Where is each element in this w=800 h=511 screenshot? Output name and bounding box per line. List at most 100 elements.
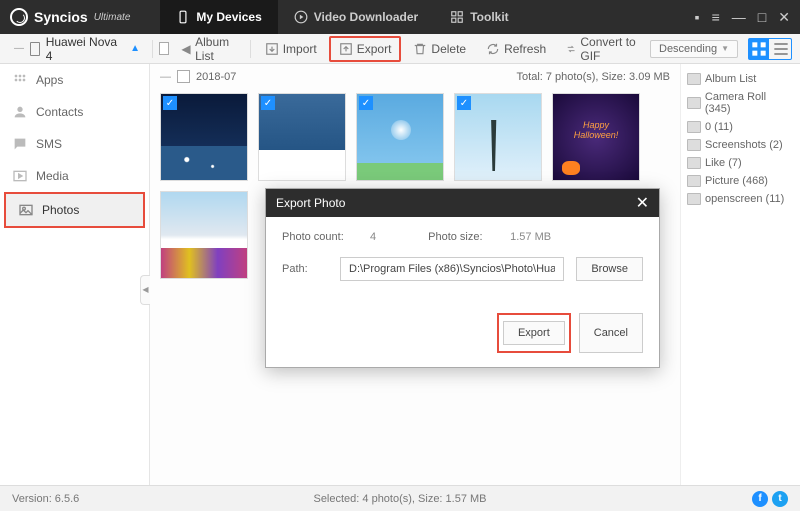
photo-thumbnail[interactable]: ✓ — [258, 93, 346, 181]
minimize-button[interactable]: — — [732, 9, 746, 26]
menu-icon[interactable]: ≡ — [712, 9, 720, 26]
browse-button[interactable]: Browse — [576, 257, 643, 281]
photo-size-value: 1.57 MB — [510, 231, 551, 243]
album-item[interactable]: 0 (11) — [685, 118, 796, 136]
album-label: Camera Roll (345) — [705, 91, 794, 115]
album-item[interactable]: Screenshots (2) — [685, 136, 796, 154]
dialog-title: Export Photo — [276, 196, 345, 210]
cancel-button[interactable]: Cancel — [579, 313, 643, 353]
group-date: 2018-07 — [196, 71, 236, 83]
album-item[interactable]: Picture (468) — [685, 172, 796, 190]
brand-name: Syncios — [34, 9, 88, 25]
sidebar-item-apps[interactable]: Apps — [0, 64, 149, 96]
group-checkbox[interactable] — [177, 70, 190, 83]
feedback-icon[interactable]: ▪ — [695, 9, 700, 26]
grid-view-button[interactable] — [749, 39, 769, 59]
export-icon — [339, 42, 353, 56]
album-list-button[interactable]: ◀ Album List — [173, 31, 244, 67]
nav-video-downloader[interactable]: Video Downloader — [278, 0, 434, 34]
chevron-down-icon: ▼ — [721, 44, 729, 53]
collapse-icon[interactable]: — — [160, 71, 171, 83]
separator — [250, 40, 251, 58]
brand-edition: Ultimate — [94, 12, 131, 23]
path-row: Path: Browse — [282, 257, 643, 281]
back-arrow-icon: ◀ — [181, 42, 191, 56]
folder-icon — [687, 139, 701, 151]
check-icon: ✓ — [261, 96, 275, 110]
list-view-button[interactable] — [771, 39, 791, 59]
export-button[interactable]: Export — [329, 36, 402, 62]
nav-label: My Devices — [196, 10, 261, 24]
export-highlight: Export — [497, 313, 571, 353]
contacts-icon — [12, 104, 28, 120]
dialog-actions: Export Cancel — [266, 309, 659, 367]
album-title: Album List — [705, 73, 756, 85]
facebook-icon[interactable]: f — [752, 491, 768, 507]
close-icon[interactable]: ✕ — [636, 193, 649, 213]
maximize-button[interactable]: □ — [758, 9, 766, 26]
check-icon: ✓ — [457, 96, 471, 110]
brand-area: Syncios Ultimate — [10, 8, 130, 26]
version-text: Version: 6.5.6 — [12, 493, 79, 505]
select-all-checkbox[interactable] — [159, 42, 169, 55]
photo-thumbnail[interactable]: ✓ — [454, 93, 542, 181]
nav-my-devices[interactable]: My Devices — [160, 0, 277, 34]
album-item[interactable]: Camera Roll (345) — [685, 88, 796, 118]
sidebar-collapse-handle[interactable]: ◀ — [140, 275, 150, 305]
expand-icon: — — [14, 43, 24, 54]
photo-thumbnail[interactable]: ✓ — [356, 93, 444, 181]
close-button[interactable]: ✕ — [778, 9, 790, 26]
album-item[interactable]: openscreen (11) — [685, 190, 796, 208]
photo-thumbnail[interactable]: ✓ — [160, 93, 248, 181]
photo-size-label: Photo size: — [428, 231, 498, 243]
album-label: 0 (11) — [705, 121, 733, 133]
btn-label: Import — [283, 42, 317, 56]
sort-dropdown[interactable]: Descending ▼ — [650, 40, 738, 58]
sidebar-item-photos[interactable]: Photos — [4, 192, 145, 228]
device-selector[interactable]: — Huawei Nova 4 ▲ — [8, 35, 146, 63]
sidebar-label: SMS — [36, 137, 62, 151]
folder-icon — [687, 73, 701, 85]
convert-gif-button[interactable]: Convert to GIF — [558, 31, 646, 67]
check-icon: ✓ — [359, 96, 373, 110]
import-button[interactable]: Import — [257, 38, 325, 60]
photo-count-value: 4 — [370, 231, 376, 243]
nav-label: Toolkit — [470, 10, 508, 24]
albums-panel: Album List Camera Roll (345) 0 (11) Scre… — [680, 64, 800, 485]
path-input[interactable] — [340, 257, 564, 281]
delete-button[interactable]: Delete — [405, 38, 474, 60]
album-label: Picture (468) — [705, 175, 768, 187]
play-icon — [294, 10, 308, 24]
sidebar-item-sms[interactable]: SMS — [0, 128, 149, 160]
dialog-body: Photo count: 4 Photo size: 1.57 MB Path:… — [266, 217, 659, 309]
nav-label: Video Downloader — [314, 10, 418, 24]
sidebar-item-contacts[interactable]: Contacts — [0, 96, 149, 128]
view-mode-toggle — [748, 38, 792, 60]
album-list-header[interactable]: Album List — [685, 70, 796, 88]
photos-icon — [18, 202, 34, 218]
phone-icon — [176, 10, 190, 24]
photo-thumbnail[interactable] — [160, 191, 248, 279]
twitter-icon[interactable]: t — [772, 491, 788, 507]
syncios-logo-icon — [10, 8, 28, 26]
btn-label: Convert to GIF — [580, 35, 638, 63]
btn-label: Album List — [195, 35, 236, 63]
refresh-button[interactable]: Refresh — [478, 38, 554, 60]
album-item[interactable]: Like (7) — [685, 154, 796, 172]
info-row: Photo count: 4 Photo size: 1.57 MB — [282, 231, 643, 243]
separator — [152, 40, 153, 58]
media-icon — [12, 168, 28, 184]
folder-icon — [687, 193, 701, 205]
album-label: Screenshots (2) — [705, 139, 783, 151]
folder-icon — [687, 97, 701, 109]
nav-toolkit[interactable]: Toolkit — [434, 0, 524, 34]
album-label: Like (7) — [705, 157, 742, 169]
status-bar: Version: 6.5.6 Selected: 4 photo(s), Siz… — [0, 485, 800, 511]
sidebar-item-media[interactable]: Media — [0, 160, 149, 192]
photo-thumbnail[interactable]: HappyHalloween! — [552, 93, 640, 181]
social-links: f t — [752, 491, 788, 507]
group-summary: Total: 7 photo(s), Size: 3.09 MB — [517, 71, 670, 83]
dialog-header[interactable]: Export Photo ✕ — [266, 189, 659, 217]
export-confirm-button[interactable]: Export — [503, 321, 565, 345]
folder-icon — [687, 157, 701, 169]
